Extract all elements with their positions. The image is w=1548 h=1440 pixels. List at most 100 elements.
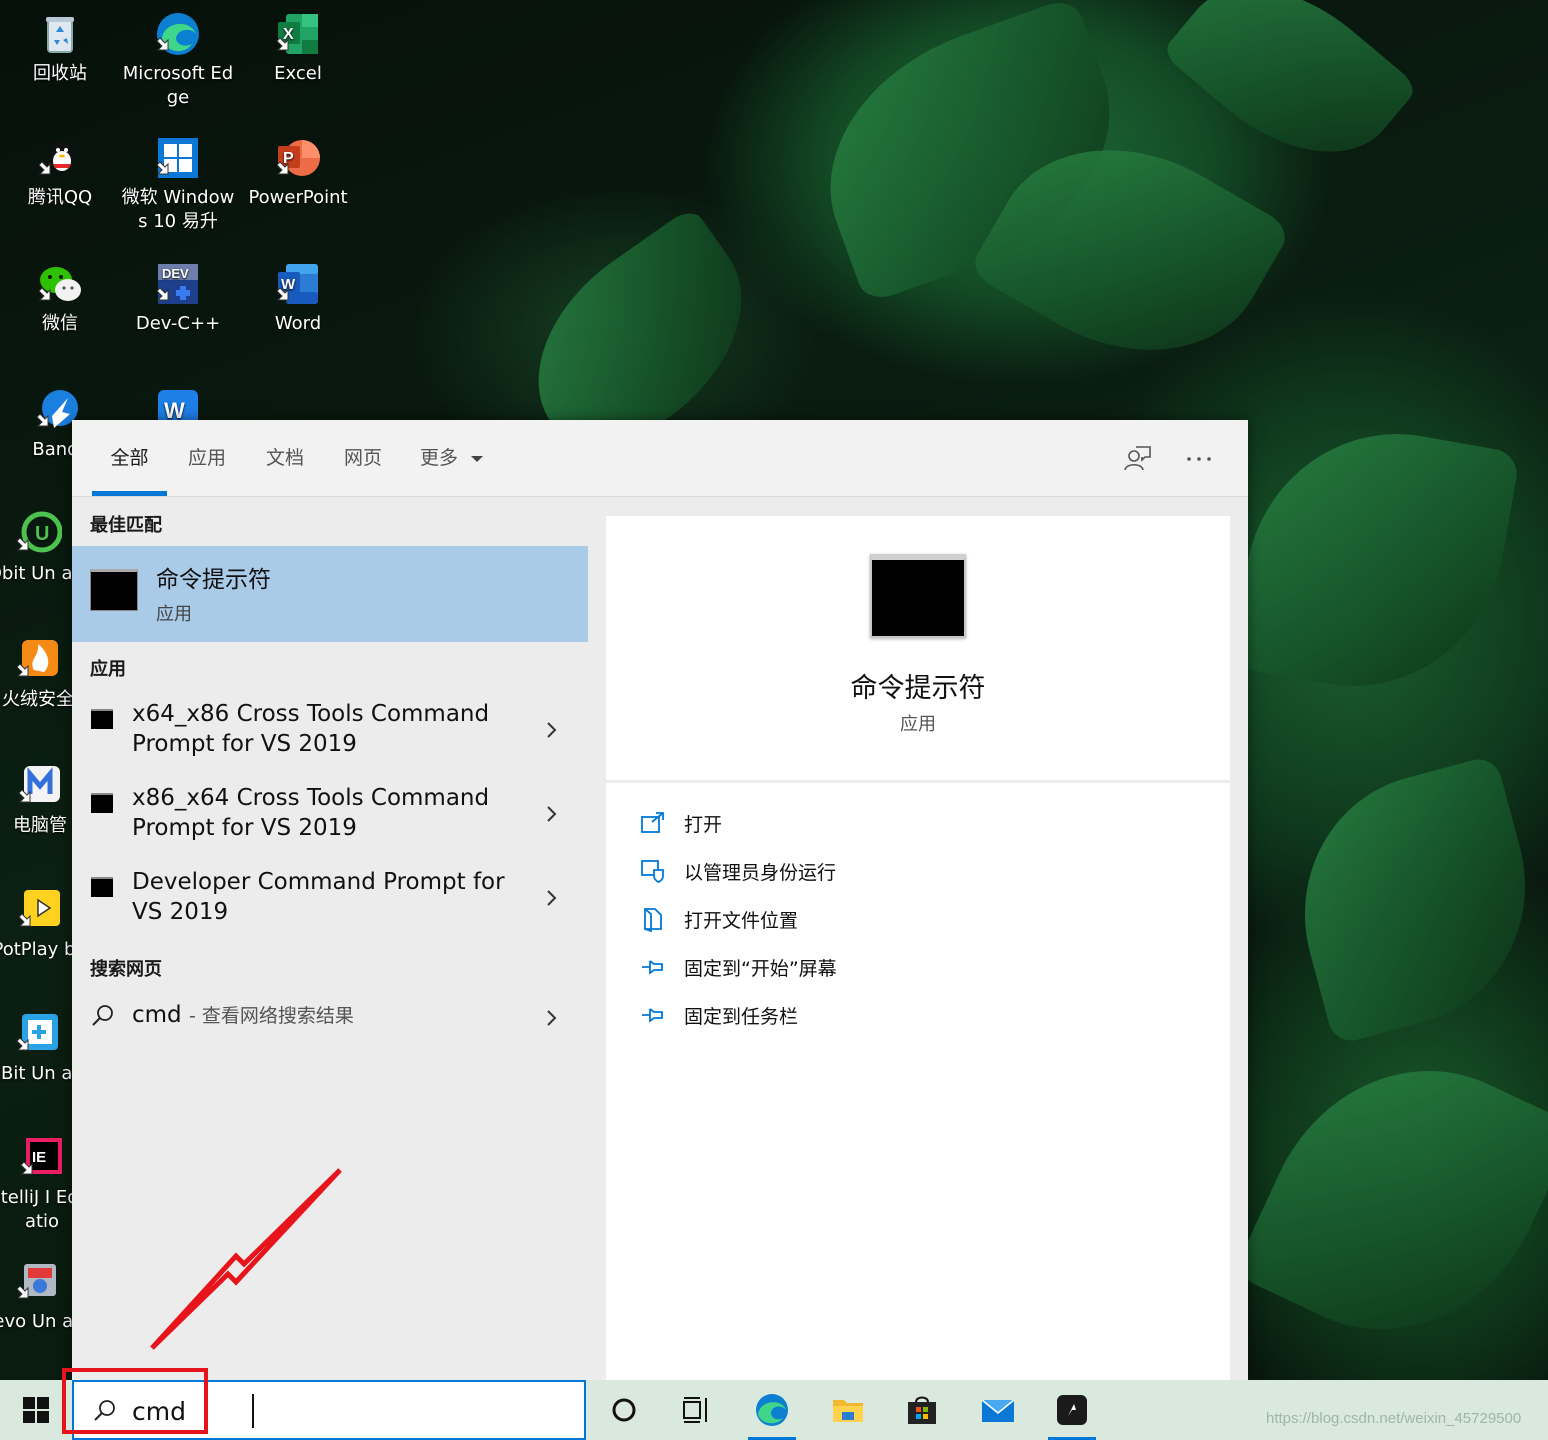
svg-text:IE: IE: [32, 1149, 46, 1166]
mail-icon: [981, 1399, 1015, 1422]
app-result-item[interactable]: x86_x64 Cross Tools Command Prompt for V…: [72, 779, 588, 863]
feedback-icon[interactable]: [1120, 442, 1154, 476]
desktop-icon-label: 腾讯QQ: [27, 187, 93, 208]
wallpaper-leaf: [1232, 1020, 1548, 1380]
tab-all[interactable]: 全部: [92, 420, 167, 496]
best-match-name: 命令提示符: [156, 567, 271, 593]
preview-header: 命令提示符 应用: [606, 516, 1230, 783]
windows-upgrade-icon: [154, 134, 202, 182]
tab-more[interactable]: 更多: [408, 420, 496, 496]
desktop-icon-edge[interactable]: Microsoft Edge: [118, 10, 238, 110]
desktop-icon-label: 回收站: [33, 63, 87, 84]
preview-app-name: 命令提示符: [850, 673, 986, 704]
iobit-uninstaller-icon: U: [14, 510, 62, 558]
shield-icon: [640, 858, 666, 884]
search-tabs-header: 全部 应用 文档 网页 更多: [72, 420, 1248, 497]
desktop-icon-powerpoint[interactable]: P PowerPoint: [238, 134, 358, 210]
pc-manager-icon: [16, 762, 64, 810]
desktop-icon-devcpp[interactable]: DEV Dev-C++: [118, 260, 238, 336]
web-search-heading: 搜索网页: [90, 959, 162, 980]
wallpaper-leaf: [1229, 410, 1521, 710]
pin-icon: [640, 954, 666, 980]
text-caret: [252, 1394, 254, 1428]
desktop-icon-qq[interactable]: 腾讯QQ: [0, 134, 120, 210]
search-icon: [90, 1003, 116, 1029]
web-search-term: cmd: [132, 1002, 182, 1028]
word-icon: W: [274, 260, 322, 308]
watermark-text: https://blog.csdn.net/weixin_45729500: [1266, 1410, 1522, 1427]
pin-icon: [640, 1002, 666, 1028]
annotation-highlight-box: [62, 1368, 208, 1434]
action-run-as-admin[interactable]: 以管理员身份运行: [640, 854, 1200, 890]
desktop-icon-label: 微信: [42, 313, 78, 334]
action-label: 以管理员身份运行: [684, 862, 837, 884]
task-view-icon: [683, 1397, 707, 1423]
action-pin-to-start[interactable]: 固定到“开始”屏幕: [640, 950, 1200, 986]
desktop-icon-label: Microsoft Edge: [122, 63, 234, 108]
action-pin-to-taskbar[interactable]: 固定到任务栏: [640, 998, 1200, 1034]
wallpaper-leaf: [1272, 754, 1548, 1046]
taskbar-file-explorer[interactable]: [818, 1380, 878, 1440]
tab-more-label: 更多: [419, 447, 458, 469]
command-prompt-icon: [91, 877, 113, 897]
app-result-name: x64_x86 Cross Tools Command Prompt for V…: [132, 701, 490, 757]
chevron-right-icon[interactable]: [542, 721, 560, 739]
tab-documents[interactable]: 文档: [248, 420, 322, 496]
revo-uninstaller-icon: [14, 1258, 62, 1306]
chevron-right-icon[interactable]: [542, 889, 560, 907]
command-prompt-icon: [90, 569, 138, 611]
cortana-button[interactable]: [594, 1380, 654, 1440]
app-result-item[interactable]: Developer Command Prompt for VS 2019: [72, 863, 588, 947]
svg-text:DEV: DEV: [162, 266, 189, 281]
preview-app-type: 应用: [900, 714, 936, 735]
web-search-result[interactable]: cmd - 查看网络搜索结果: [72, 997, 588, 1047]
svg-text:U: U: [35, 523, 49, 545]
intellij-icon: IE: [18, 1134, 66, 1182]
more-options-icon[interactable]: [1182, 442, 1216, 476]
command-prompt-icon: [91, 709, 113, 729]
best-match-type: 应用: [156, 604, 192, 625]
devcpp-icon: DEV: [154, 260, 202, 308]
desktop-icon-label: Dev-C++: [135, 313, 221, 334]
chevron-right-icon[interactable]: [542, 1009, 560, 1027]
annotation-arrow: [150, 1168, 342, 1350]
action-open[interactable]: 打开: [640, 806, 1200, 842]
open-icon: [640, 810, 666, 836]
app-result-item[interactable]: x64_x86 Cross Tools Command Prompt for V…: [72, 695, 588, 779]
recycle-bin-icon: [36, 10, 84, 58]
chevron-right-icon[interactable]: [542, 805, 560, 823]
web-search-query: cmd - 查看网络搜索结果: [132, 1001, 354, 1028]
windows-logo-icon: [23, 1397, 49, 1423]
file-location-icon: [640, 906, 666, 932]
desktop-icon-label: Excel: [274, 63, 322, 84]
best-match-item[interactable]: 命令提示符 应用: [72, 546, 588, 642]
taskbar-store[interactable]: [892, 1380, 952, 1440]
web-search-hint: - 查看网络搜索结果: [188, 1005, 354, 1027]
taskbar-app[interactable]: [1042, 1380, 1102, 1440]
task-view-button[interactable]: [666, 1380, 726, 1440]
action-label: 固定到“开始”屏幕: [684, 958, 837, 980]
desktop-icon-wechat[interactable]: 微信: [0, 260, 120, 336]
desktop-icon-windows-upgrade[interactable]: 微软 Windows 10 易升: [118, 134, 238, 234]
desktop-icon-partial[interactable]: W: [118, 386, 238, 420]
desktop-icon-recycle-bin[interactable]: 回收站: [0, 10, 120, 86]
action-label: 打开文件位置: [684, 910, 799, 932]
wallpaper-leaf: [1160, 0, 1420, 195]
taskbar-mail[interactable]: [968, 1380, 1028, 1440]
desktop-icon-word[interactable]: W Word: [238, 260, 358, 336]
action-label: 打开: [684, 814, 723, 836]
desktop-icon-label: PowerPoint: [248, 187, 348, 208]
best-match-heading: 最佳匹配: [90, 515, 162, 536]
app-icon: W: [154, 386, 202, 420]
edge-icon: [756, 1394, 788, 1426]
action-label: 固定到任务栏: [684, 1006, 799, 1028]
action-open-file-location[interactable]: 打开文件位置: [640, 902, 1200, 938]
desktop-icon-label: Word: [274, 313, 322, 334]
file-explorer-icon: [833, 1400, 863, 1422]
app-result-name: x86_x64 Cross Tools Command Prompt for V…: [132, 785, 490, 841]
desktop-icon-excel[interactable]: X Excel: [238, 10, 358, 86]
tab-apps[interactable]: 应用: [170, 420, 244, 496]
app-result-name: Developer Command Prompt for VS 2019: [132, 869, 505, 925]
tab-web[interactable]: 网页: [326, 420, 400, 496]
taskbar-edge[interactable]: [742, 1380, 802, 1440]
